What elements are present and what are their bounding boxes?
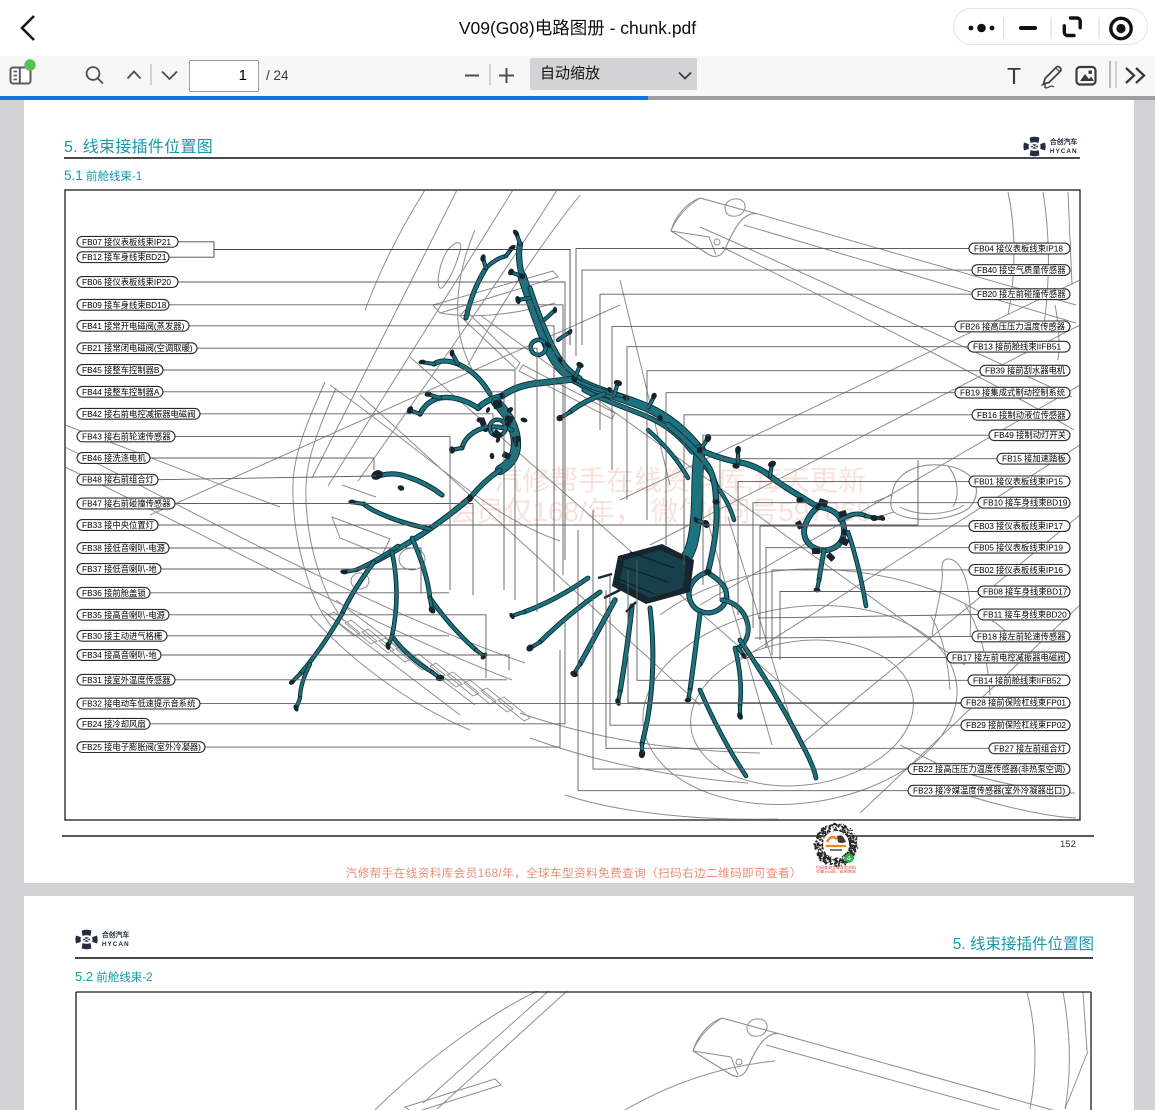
svg-text:FB35 接高音喇叭-电源: FB35 接高音喇叭-电源 xyxy=(82,610,166,620)
svg-text:FB37 接低音喇叭-地: FB37 接低音喇叭-地 xyxy=(82,564,157,574)
svg-text:FB39 接前刮水器电机: FB39 接前刮水器电机 xyxy=(985,366,1066,376)
svg-text:FB41 接常开电磁阀(蒸发器): FB41 接常开电磁阀(蒸发器) xyxy=(82,321,185,331)
svg-text:FB03 接仪表板线束IP17: FB03 接仪表板线束IP17 xyxy=(974,521,1063,531)
svg-text:FB15 接加速踏板: FB15 接加速踏板 xyxy=(1002,454,1066,464)
svg-text:FB26 接高压压力温度传感器: FB26 接高压压力温度传感器 xyxy=(960,321,1066,331)
svg-text:FB07 接仪表板线束IP21: FB07 接仪表板线束IP21 xyxy=(82,237,171,247)
svg-text:FB14 接前舱线束IIFB52: FB14 接前舱线束IIFB52 xyxy=(973,675,1061,685)
svg-text:FB49 接制动灯开关: FB49 接制动灯开关 xyxy=(994,430,1066,440)
svg-text:FB22 接高压压力温度传感器(非热泵空调): FB22 接高压压力温度传感器(非热泵空调) xyxy=(913,764,1065,774)
svg-text:FB16 接制动液位传感器: FB16 接制动液位传感器 xyxy=(977,410,1066,420)
svg-text:FB05 接仪表板线束IP19: FB05 接仪表板线束IP19 xyxy=(974,543,1063,553)
svg-text:FB29 接前保险杠线束FP02: FB29 接前保险杠线束FP02 xyxy=(966,720,1066,730)
svg-text:FB24 接冷却风扇: FB24 接冷却风扇 xyxy=(82,719,146,729)
svg-text:FB20 接左前碰撞传感器: FB20 接左前碰撞传感器 xyxy=(977,289,1066,299)
svg-text:FB02 接仪表板线束IP16: FB02 接仪表板线束IP16 xyxy=(974,565,1063,575)
svg-text:FB18 接左前轮速传感器: FB18 接左前轮速传感器 xyxy=(977,631,1066,641)
svg-text:合创汽车: 合创汽车 xyxy=(101,930,130,939)
svg-text:FB10 接车身线束BD19: FB10 接车身线束BD19 xyxy=(983,498,1068,508)
svg-text:FB23 接冷媒温度传感器(室外冷凝器出口): FB23 接冷媒温度传感器(室外冷凝器出口) xyxy=(913,786,1065,796)
svg-text:FB11 接车身线束BD20: FB11 接车身线束BD20 xyxy=(983,610,1067,620)
svg-text:FB45 接整车控制器B: FB45 接整车控制器B xyxy=(82,365,160,375)
svg-text:FB09 接车身线束BD18: FB09 接车身线束BD18 xyxy=(82,300,167,310)
svg-text:FB33 接中央位置灯: FB33 接中央位置灯 xyxy=(82,520,154,530)
svg-text:合创汽车: 合创汽车 xyxy=(1049,137,1078,146)
svg-text:FB31 接室外温度传感器: FB31 接室外温度传感器 xyxy=(82,675,171,685)
svg-text:FB19 接集成式制动控制系统: FB19 接集成式制动控制系统 xyxy=(960,388,1065,398)
svg-text:FB25 接电子膨胀阀(室外冷凝器): FB25 接电子膨胀阀(室外冷凝器) xyxy=(82,742,201,752)
svg-text:FB06 接仪表板线束IP20: FB06 接仪表板线束IP20 xyxy=(82,277,171,287)
svg-text:FB47 接右前碰撞传感器: FB47 接右前碰撞传感器 xyxy=(82,499,171,509)
svg-text:FB28 接前保险杠线束FP01: FB28 接前保险杠线束FP01 xyxy=(966,698,1066,708)
svg-text:FB32 接电动车低速提示音系统: FB32 接电动车低速提示音系统 xyxy=(82,699,195,709)
svg-text:FB13 接前舱线束IIFB51: FB13 接前舱线束IIFB51 xyxy=(973,342,1061,352)
svg-text:T: T xyxy=(1007,63,1021,89)
svg-text:FB46 接洗涤电机: FB46 接洗涤电机 xyxy=(82,453,146,463)
svg-text:FB04 接仪表板线束IP18: FB04 接仪表板线束IP18 xyxy=(974,244,1063,254)
svg-text:FB30 接主动进气格栅: FB30 接主动进气格栅 xyxy=(82,631,162,641)
svg-text:FB48 接右前组合灯: FB48 接右前组合灯 xyxy=(82,475,154,485)
svg-text:HYCAN: HYCAN xyxy=(1050,148,1078,155)
svg-text:FB38 接低音喇叭-电源: FB38 接低音喇叭-电源 xyxy=(82,543,166,553)
svg-text:FB17 接左前电控减振器电磁阀: FB17 接左前电控减振器电磁阀 xyxy=(952,653,1065,663)
svg-text:FB12 接车身线束BD21: FB12 接车身线束BD21 xyxy=(82,252,167,262)
svg-text:FB34 接高音喇叭-地: FB34 接高音喇叭-地 xyxy=(82,650,157,660)
svg-text:FB42 接右前电控减振器电磁阀: FB42 接右前电控减振器电磁阀 xyxy=(82,409,195,419)
svg-text:FB01 接仪表板线束IP15: FB01 接仪表板线束IP15 xyxy=(974,476,1063,486)
svg-text:HYCAN: HYCAN xyxy=(102,941,130,948)
svg-text:FB08 接车身线束BD17: FB08 接车身线束BD17 xyxy=(983,587,1068,597)
svg-text:FB43 接右前轮速传感器: FB43 接右前轮速传感器 xyxy=(82,431,171,441)
svg-text:FB36 接前舱盖锁: FB36 接前舱盖锁 xyxy=(82,588,146,598)
svg-text:FB40 接空气质量传感器: FB40 接空气质量传感器 xyxy=(977,265,1066,275)
svg-text:FB44 接整车控制器A: FB44 接整车控制器A xyxy=(82,387,160,397)
svg-text:FB21 接常闭电磁阀(空调取暖): FB21 接常闭电磁阀(空调取暖) xyxy=(82,343,193,353)
svg-text:FB27 接左前组合灯: FB27 接左前组合灯 xyxy=(994,743,1066,753)
